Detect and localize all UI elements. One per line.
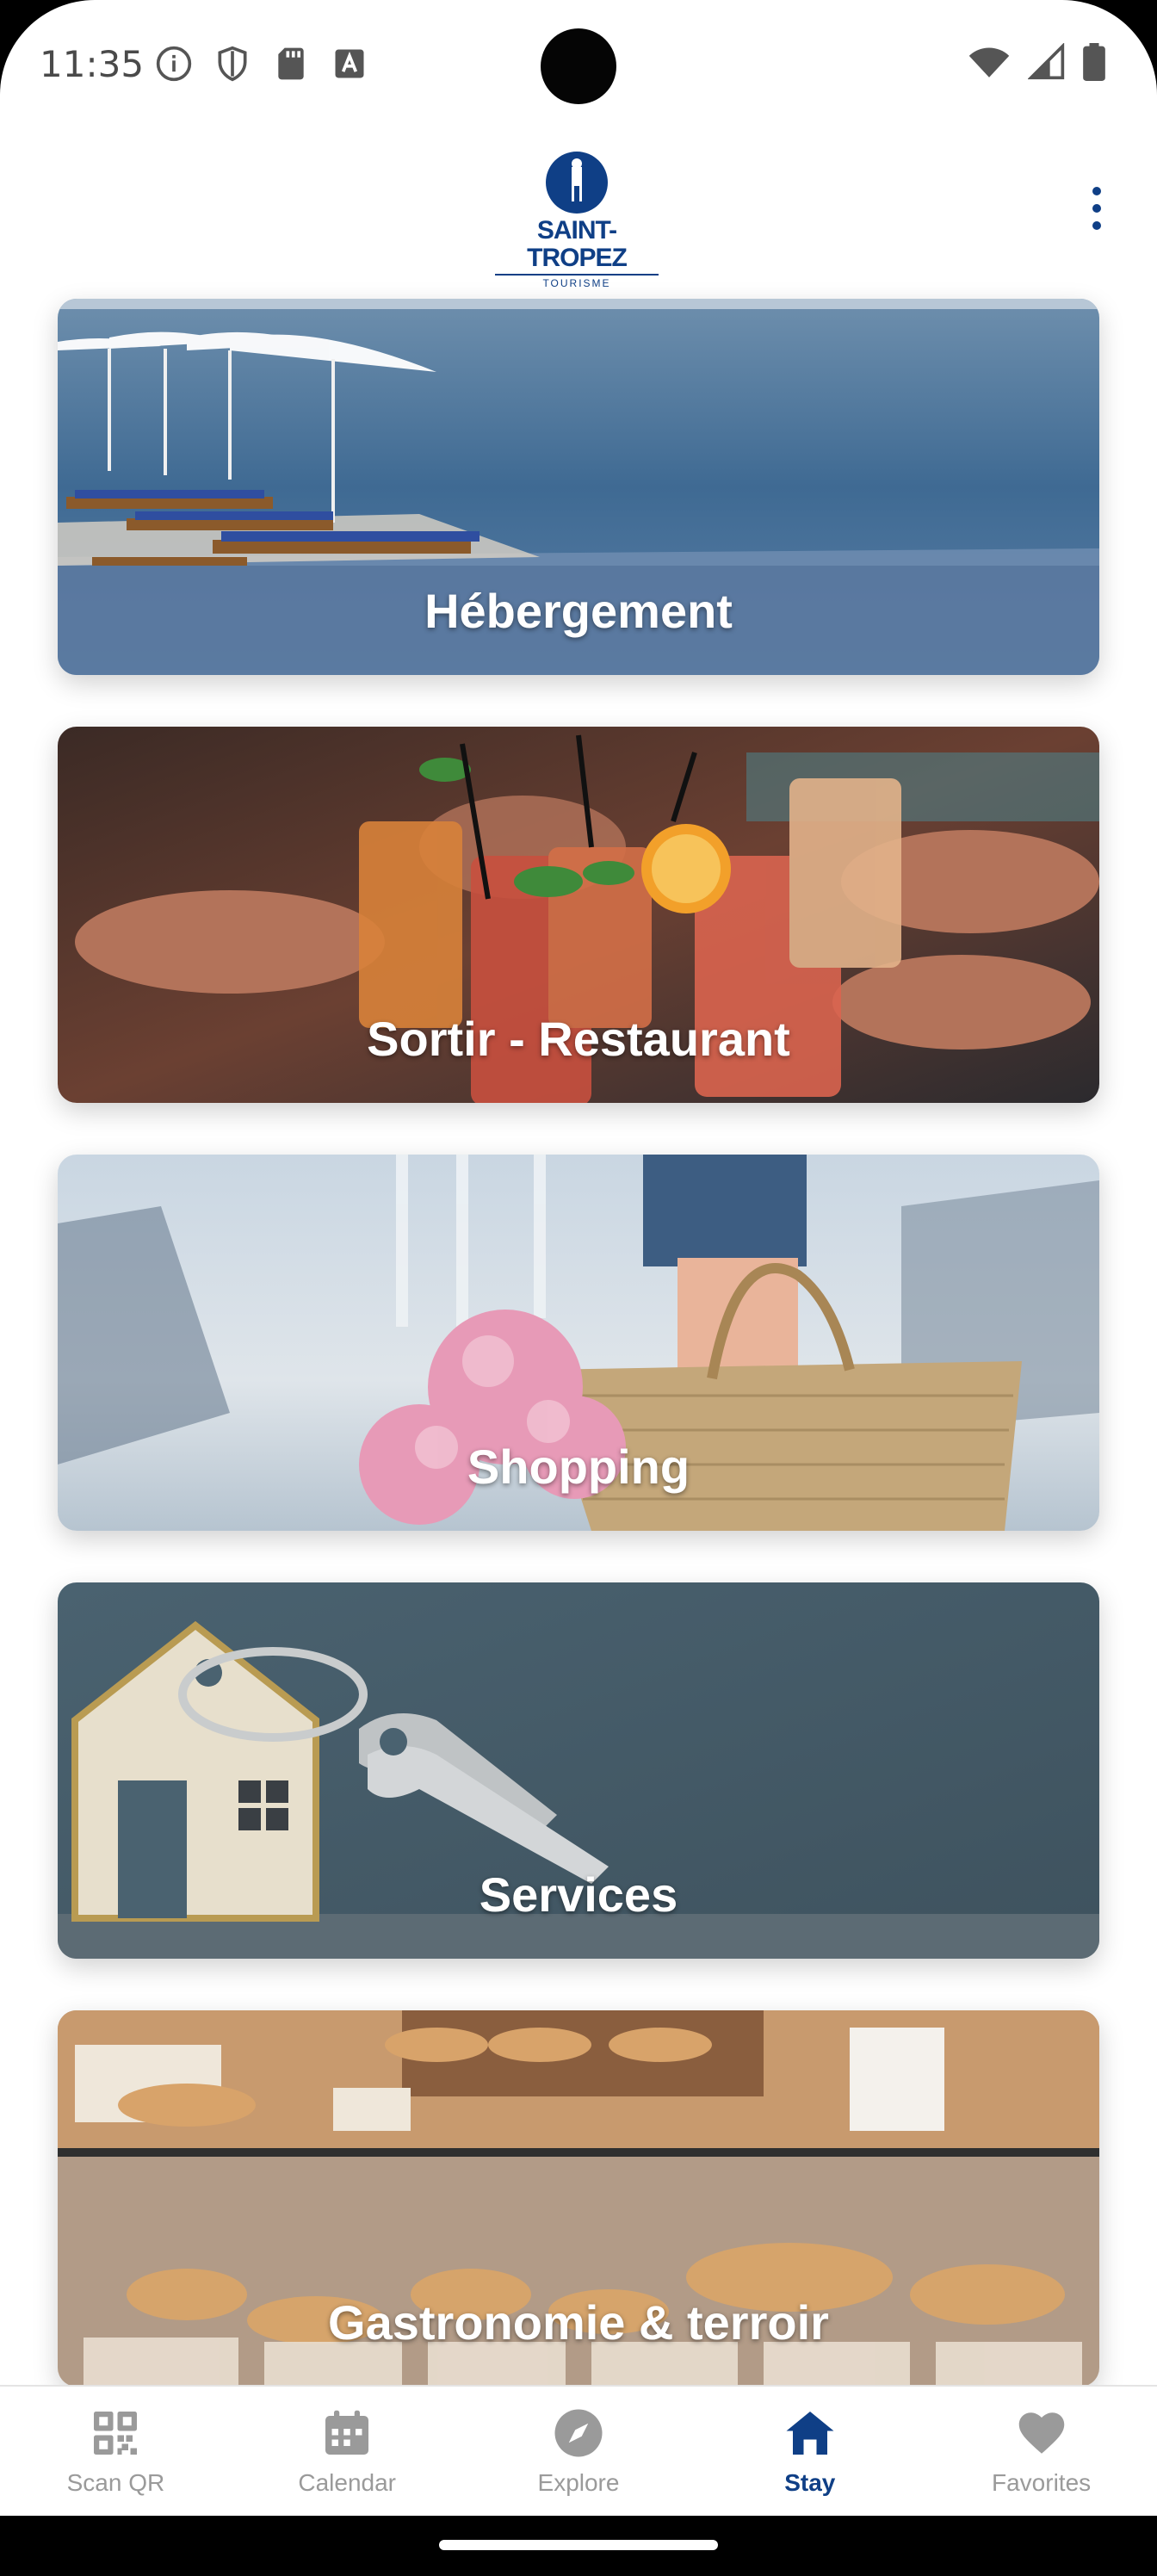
qr-code-icon [94, 2412, 138, 2455]
nav-item-calendar[interactable]: Calendar [232, 2387, 463, 2516]
nav-label: Scan QR [66, 2469, 165, 2496]
battery-icon [1083, 43, 1105, 81]
status-bar: 11:35 [0, 0, 1157, 129]
sd-card-icon [278, 47, 304, 80]
more-vertical-icon [1092, 187, 1101, 195]
card-label: Services [479, 1867, 678, 1922]
bottom-navigation: Scan QR Calendar Explore Stay Favorites [0, 2385, 1157, 2516]
phone-screen: 11:35 SAINT-TROPEZ TOURISME Hébergement … [0, 0, 1157, 2576]
nav-item-scan-qr[interactable]: Scan QR [0, 2387, 232, 2516]
category-cards: Hébergement Sortir - Restaurant Shopping… [58, 299, 1099, 2438]
logo-subtitle: TOURISME [495, 274, 659, 291]
logo-emblem-icon [546, 152, 608, 214]
card-gastronomie-terroir[interactable]: Gastronomie & terroir [58, 2010, 1099, 2387]
calendar-icon [325, 2410, 369, 2455]
wifi-icon [968, 47, 1010, 77]
nav-label: Favorites [992, 2469, 1092, 2496]
app-header: SAINT-TROPEZ TOURISME [0, 129, 1157, 293]
status-icons-right [968, 43, 1105, 81]
nav-label: Explore [537, 2469, 620, 2496]
card-services[interactable]: Services [58, 1582, 1099, 1959]
heart-icon [1018, 2412, 1064, 2454]
more-menu-button[interactable] [1071, 174, 1123, 243]
info-icon [156, 46, 192, 82]
font-a-icon [335, 49, 364, 78]
card-hebergement[interactable]: Hébergement [58, 299, 1099, 675]
home-icon [786, 2412, 834, 2455]
card-label: Sortir - Restaurant [367, 1012, 790, 1066]
nav-item-explore[interactable]: Explore [463, 2387, 695, 2516]
gesture-handle[interactable] [439, 2540, 718, 2550]
card-sortir-restaurant[interactable]: Sortir - Restaurant [58, 727, 1099, 1103]
status-icons-left [155, 45, 368, 83]
card-label: Hébergement [424, 584, 733, 638]
front-camera [541, 28, 616, 104]
cell-signal-icon [1028, 43, 1065, 80]
status-time: 11:35 [40, 43, 145, 85]
nav-label: Calendar [298, 2469, 397, 2496]
card-label: Gastronomie & terroir [328, 2295, 829, 2350]
nav-label: Stay [784, 2469, 836, 2496]
saint-tropez-logo[interactable]: SAINT-TROPEZ TOURISME [491, 148, 663, 289]
nav-item-favorites[interactable]: Favorites [925, 2387, 1157, 2516]
nav-item-stay[interactable]: Stay [694, 2387, 925, 2516]
logo-name: SAINT-TROPEZ [527, 216, 628, 272]
compass-icon [554, 2409, 603, 2457]
card-label: Shopping [467, 1440, 690, 1494]
card-shopping[interactable]: Shopping [58, 1155, 1099, 1531]
shield-icon [218, 46, 247, 82]
